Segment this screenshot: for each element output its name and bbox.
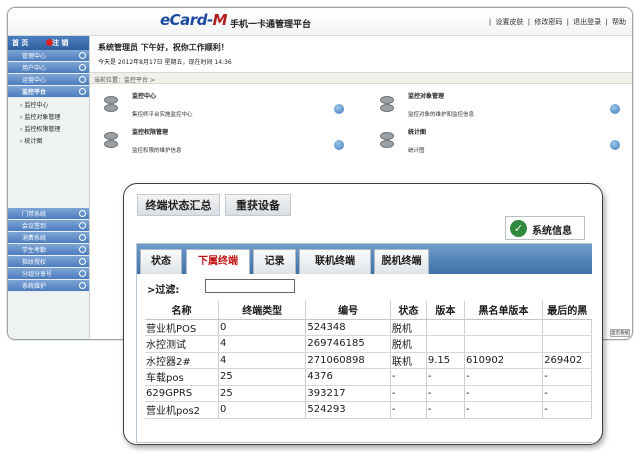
logoff-link[interactable]: 注 销 <box>52 38 68 48</box>
status-button[interactable]: 显示系统 <box>610 329 630 337</box>
table-row[interactable]: 水控器2# 4 271060898 联机 9.15 610902 269402 <box>145 352 592 369</box>
expand-icon <box>79 234 86 241</box>
table-row[interactable]: 营业机pos2 0 524293- - - - <box>145 401 592 419</box>
go-icon[interactable] <box>610 104 620 114</box>
collapse-icon <box>79 88 86 95</box>
tab-sub-terminals[interactable]: 下属终端 <box>186 249 250 274</box>
database-icon <box>380 132 394 148</box>
col-terminal-type[interactable]: 终端类型 <box>218 301 307 320</box>
col-blacklist-version[interactable]: 黑名单版本 <box>464 301 544 320</box>
database-icon <box>380 96 394 112</box>
app-subtitle: 手机一卡通管理平台 <box>230 20 312 30</box>
sidebar-item-monitoring[interactable]: 监控平台 <box>8 86 89 98</box>
sidebar-sub-monitor-permissions[interactable]: 监控权限管理 <box>8 122 89 134</box>
expand-icon <box>79 222 86 229</box>
sidebar-sub-monitor-objects[interactable]: 监控对象管理 <box>8 110 89 122</box>
top-links: | 设置皮肤 | 修改密码 | 退出登录 | 帮助 <box>488 18 626 26</box>
welcome-text: 系统管理员 下午好，祝你工作顺利！ <box>98 43 229 52</box>
sidebar-item-fingerprint[interactable]: 指纹授权 <box>8 256 89 268</box>
sidebar-item-consume[interactable]: 消费系统 <box>8 232 89 244</box>
table-row[interactable]: 车载pos 25 4376- - - - <box>145 368 592 386</box>
card-statistics[interactable]: 统计图 统计图 <box>380 127 620 162</box>
sidebar-sub-monitor-center[interactable]: 监控中心 <box>8 98 89 110</box>
help-link[interactable]: 帮助 <box>612 18 626 26</box>
expand-icon <box>79 282 86 289</box>
expand-icon <box>79 76 86 83</box>
table-row[interactable]: 营业机POS 0 524348 脱机 <box>145 319 592 336</box>
col-status[interactable]: 状态 <box>390 301 427 320</box>
tab-online-terminals[interactable]: 联机终端 <box>299 249 371 274</box>
breadcrumb: 当前位置：监控平台 > <box>90 72 632 84</box>
card-monitor-objects[interactable]: 监控对象管理 监控对象的维护和监控信息 <box>380 91 620 126</box>
card-monitor-permissions[interactable]: 监控权限管理 监控权限的维护信息 <box>104 127 344 162</box>
brand-logo: eCard-M <box>160 11 228 29</box>
skin-link[interactable]: 设置皮肤 <box>496 18 524 26</box>
table-row[interactable]: 水控测试 4 269746185 脱机 <box>145 335 592 353</box>
date-text: 今天是 2012年8月17日 星期五，现在时间 14:36 <box>98 59 232 66</box>
terminal-table: 名称 终端类型 编号 状态 版本 黑名单版本 最后的黑 营业机POS 0 52434… <box>145 301 592 419</box>
go-icon[interactable] <box>610 140 620 150</box>
tab-terminal-summary[interactable]: 终端状态汇总 <box>137 194 220 216</box>
sidebar-item-users[interactable]: 用户中心 <box>8 62 89 74</box>
terminal-panel: 状态 下属终端 记录 联机终端 脱机终端 >过滤: 名称 终端类型 编号 状态 <box>136 243 592 443</box>
filter-input[interactable] <box>205 279 295 293</box>
inner-tab-bar: 状态 下属终端 记录 联机终端 脱机终端 <box>137 244 592 274</box>
expand-icon <box>79 246 86 253</box>
sidebar-top: 首 页 注 销 <box>8 36 89 50</box>
sidebar-item-maintenance[interactable]: 系统维护 <box>8 280 89 292</box>
database-icon <box>104 96 118 112</box>
sidebar-item-access[interactable]: 门禁系统 <box>8 208 89 220</box>
system-info-button[interactable]: ✓ 系统信息 <box>505 216 585 240</box>
expand-icon <box>79 258 86 265</box>
tab-status[interactable]: 状态 <box>140 249 182 274</box>
sidebar-item-operations[interactable]: 运营中心 <box>8 74 89 86</box>
card-monitor-center[interactable]: 监控中心 集控终平台实施监控中心 <box>104 91 344 126</box>
sidebar-item-management[interactable]: 管理中心 <box>8 50 89 62</box>
col-version[interactable]: 版本 <box>426 301 465 320</box>
expand-icon <box>79 270 86 277</box>
table-row[interactable]: 629GPRS 25 393217- - - - <box>145 385 592 402</box>
col-name[interactable]: 名称 <box>145 301 219 320</box>
filter-label: >过滤: <box>147 285 180 296</box>
table-header-row: 名称 终端类型 编号 状态 版本 黑名单版本 最后的黑 <box>145 301 592 320</box>
go-icon[interactable] <box>334 104 344 114</box>
go-icon[interactable] <box>334 140 344 150</box>
sidebar: 首 页 注 销 管理中心 用户中心 运营中心 监控平台 监控中心 监控对象管理 … <box>8 36 90 339</box>
sidebar-item-attendance[interactable]: 学生考勤 <box>8 244 89 256</box>
tab-offline-terminals[interactable]: 脱机终端 <box>374 249 429 274</box>
sidebar-sub-statistics[interactable]: 统计图 <box>8 134 89 146</box>
expand-icon <box>79 64 86 71</box>
app-header: eCard-M 手机一卡通管理平台 | 设置皮肤 | 修改密码 | 退出登录 |… <box>8 8 632 36</box>
tab-records[interactable]: 记录 <box>253 249 296 274</box>
change-password-link[interactable]: 修改密码 <box>534 18 562 26</box>
terminal-popup: 终端状态汇总 重获设备 ✓ 系统信息 状态 下属终端 记录 联机终端 脱机终端 … <box>123 183 603 445</box>
col-number[interactable]: 编号 <box>305 301 391 320</box>
sidebar-item-meeting[interactable]: 会议签到 <box>8 220 89 232</box>
tab-refetch-devices[interactable]: 重获设备 <box>225 194 291 216</box>
home-link[interactable]: 首 页 <box>12 38 28 48</box>
check-circle-icon: ✓ <box>510 220 527 237</box>
database-icon <box>104 132 118 148</box>
col-last-blacklist[interactable]: 最后的黑 <box>542 301 592 320</box>
screenshot-stage: eCard-M 手机一卡通管理平台 | 设置皮肤 | 修改密码 | 退出登录 |… <box>0 0 642 452</box>
logout-link[interactable]: 退出登录 <box>573 18 601 26</box>
expand-icon <box>79 210 86 217</box>
sidebar-item-groups[interactable]: 分组分享号 <box>8 268 89 280</box>
expand-icon <box>79 52 86 59</box>
